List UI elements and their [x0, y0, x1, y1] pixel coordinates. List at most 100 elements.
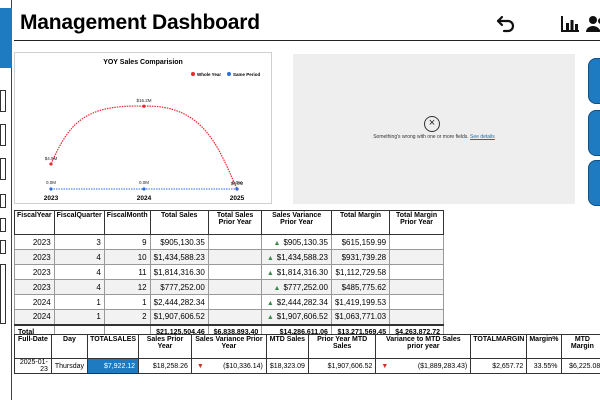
data-point-1-2 [235, 187, 239, 191]
table-cell [389, 294, 444, 310]
cell-value: ($1,889,283.43) [417, 362, 468, 370]
legend-label-0: Whole Year [197, 72, 221, 77]
table-cell: $615,159.99 [330, 234, 391, 250]
col-header[interactable]: FiscalQuarter [53, 210, 105, 235]
table-cell [207, 249, 263, 265]
table-cell: 9 [103, 234, 151, 250]
table-row: 2023 3 9 $905,130.35 ▲ $905,130.35 $615,159.99 [14, 234, 444, 250]
users-icon[interactable] [584, 12, 600, 36]
daily-cell: ▼ ($10,336.14) [190, 358, 267, 374]
slicer-box-2[interactable] [0, 124, 6, 146]
daily-data-row: 2025-01-23 Thursday $7,922.12 $18,258.26 ▼ ($… [14, 358, 600, 374]
yoy-sales-chart: YOY Sales Comparision Whole Year Same Per… [14, 52, 272, 204]
nav-button-3[interactable] [588, 160, 600, 206]
bar-chart-icon[interactable] [558, 12, 582, 36]
slicer-box-7[interactable] [0, 264, 6, 324]
page-title: Management Dashboard [20, 11, 260, 34]
down-triangle-icon: ▼ [381, 362, 389, 370]
table-cell: ▲ $1,814,316.30 [261, 264, 332, 280]
table-cell [207, 279, 263, 295]
col-header[interactable]: Total Margin Prior Year [389, 210, 444, 235]
nav-button-1[interactable] [588, 58, 600, 104]
data-point-1-0 [49, 187, 53, 191]
left-slicer-rail [0, 0, 12, 400]
dashboard-frame: Management Dashboard YOY Sales Comparisi… [0, 0, 600, 400]
daily-col-header[interactable]: Sales Variance Prior Year [190, 334, 267, 359]
table-cell: $777,252.00 [149, 279, 209, 295]
legend-marker-1 [227, 72, 231, 76]
table-cell: 4 [53, 249, 105, 265]
table-cell [389, 234, 444, 250]
daily-cell: $18,258.26 [138, 358, 192, 374]
daily-cell: $6,225.08 [560, 358, 600, 374]
col-header[interactable]: FiscalYear [14, 210, 55, 235]
daily-col-header[interactable]: TOTALSALES [87, 334, 140, 359]
table-cell: $1,419,199.53 [330, 294, 391, 310]
col-header[interactable]: FiscalMonth [103, 210, 151, 235]
table-cell: 4 [53, 264, 105, 280]
slicer-box-5[interactable] [0, 218, 6, 232]
error-visual-panel: × Something's wrong with one or more fie… [293, 54, 575, 204]
daily-col-header[interactable]: Prior Year MTD Sales [307, 334, 377, 359]
undo-icon[interactable] [494, 12, 518, 36]
table-cell: 2023 [14, 234, 55, 250]
table-cell: 12 [103, 279, 151, 295]
up-triangle-icon: ▲ [273, 284, 281, 292]
col-header[interactable]: Sales Variance Prior Year [261, 210, 332, 235]
daily-col-header[interactable]: TOTALMARGIN [470, 334, 528, 359]
table-cell: $2,444,282.34 [149, 294, 209, 310]
daily-cell: $18,323.09 [265, 358, 309, 374]
chart-plot: $4.9M$16.2M$0.0M0.0M 0.0M 0.0M [45, 98, 244, 191]
daily-col-header[interactable]: Margin% [526, 334, 562, 359]
chart-canvas: YOY Sales Comparision Whole Year Same Per… [44, 59, 261, 202]
slicer-box-1[interactable] [0, 90, 6, 112]
cell-value: ($10,336.14) [223, 362, 263, 370]
daily-cell: Thursday [50, 358, 89, 374]
table-header-row: FiscalYear FiscalQuarter FiscalMonth Total … [14, 210, 444, 235]
table-cell: 2024 [14, 309, 55, 325]
data-label-1-1: 0.0M [139, 180, 149, 185]
table-cell: 4 [53, 279, 105, 295]
rail-accent-bar [0, 8, 12, 68]
up-triangle-icon: ▲ [266, 299, 274, 307]
table-row: 2023 4 12 $777,252.00 ▲ $777,252.00 $485,775.6… [14, 279, 444, 295]
daily-col-header[interactable]: MTD Margin [560, 334, 600, 359]
table-row: 2023 4 10 $1,434,588.23 ▲ $1,434,588.23 $931,7… [14, 249, 444, 265]
close-circle-icon[interactable]: × [424, 116, 440, 132]
table-cell: ▲ $1,434,588.23 [261, 249, 332, 265]
table-cell [389, 309, 444, 325]
table-cell: 10 [103, 249, 151, 265]
cell-value: $1,814,316.30 [276, 267, 328, 277]
daily-col-header[interactable]: Variance to MTD Sales prior year [375, 334, 472, 359]
data-label-0-1: $16.2M [136, 98, 151, 103]
col-header[interactable]: Total Margin [330, 210, 391, 235]
daily-col-header[interactable]: Day [50, 334, 89, 359]
col-header[interactable]: Total Sales Prior Year [207, 210, 263, 235]
table-cell [389, 249, 444, 265]
slicer-box-4[interactable] [0, 194, 6, 208]
table-cell: $905,130.35 [149, 234, 209, 250]
daily-col-header[interactable]: Full-Date [14, 334, 52, 359]
table-cell: $1,063,771.03 [330, 309, 391, 325]
table-cell [207, 309, 263, 325]
table-cell: $931,739.28 [330, 249, 391, 265]
slicer-box-6[interactable] [0, 240, 6, 254]
table-cell [207, 234, 263, 250]
slicer-box-3[interactable] [0, 158, 6, 180]
nav-button-2[interactable] [588, 110, 600, 156]
col-header[interactable]: Total Sales [149, 210, 209, 235]
up-triangle-icon: ▲ [266, 314, 274, 322]
table-cell: ▲ $1,907,606.52 [261, 309, 332, 325]
table-cell: ▲ $905,130.35 [261, 234, 332, 250]
up-triangle-icon: ▲ [266, 269, 274, 277]
daily-col-header[interactable]: MTD Sales [265, 334, 309, 359]
data-label-1-2: 0.0M [232, 180, 242, 185]
see-details-link[interactable]: See details [470, 134, 495, 140]
table-cell [207, 264, 263, 280]
x-tick-label-2: 2025 [230, 195, 245, 202]
table-cell: $1,907,606.52 [149, 309, 209, 325]
table-cell: $1,434,588.23 [149, 249, 209, 265]
chart-legend: Whole Year Same Period [191, 72, 261, 77]
table-cell: ▲ $777,252.00 [261, 279, 332, 295]
daily-col-header[interactable]: Sales Prior Year [138, 334, 192, 359]
